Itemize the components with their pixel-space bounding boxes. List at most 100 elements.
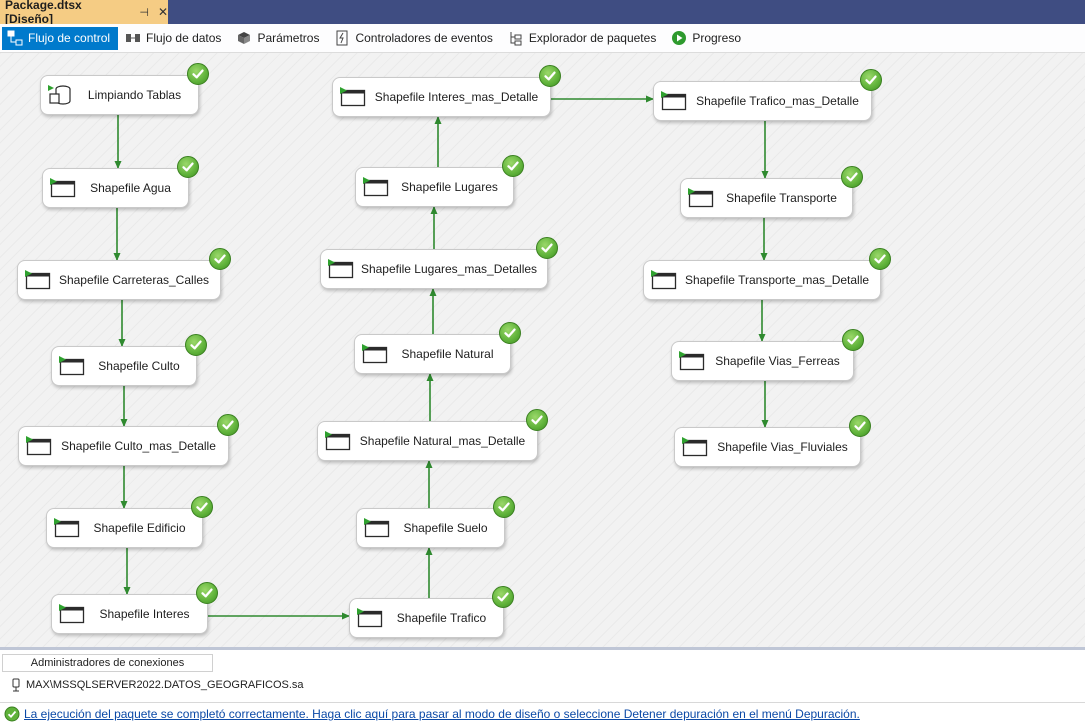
tab-label: Flujo de control — [28, 31, 111, 45]
task-lugares[interactable]: Shapefile Lugares — [355, 167, 514, 207]
control-flow-icon — [7, 30, 23, 46]
sql-task-icon — [48, 85, 74, 105]
tab-progress[interactable]: Progreso — [666, 27, 749, 50]
success-check-icon — [209, 248, 231, 270]
task-trafico[interactable]: Shapefile Trafico — [349, 598, 504, 638]
success-check-icon — [177, 156, 199, 178]
success-check-icon — [539, 65, 561, 87]
success-check-icon — [842, 329, 864, 351]
task-natural[interactable]: Shapefile Natural — [354, 334, 511, 374]
task-culto-det[interactable]: Shapefile Culto_mas_Detalle — [18, 426, 229, 466]
task-suelo[interactable]: Shapefile Suelo — [356, 508, 505, 548]
shapefile-task-icon — [340, 87, 366, 107]
info-check-icon — [4, 706, 20, 722]
task-label: Shapefile Transporte_mas_Detalle — [684, 273, 870, 287]
tab-event-handlers[interactable]: Controladores de eventos — [329, 27, 500, 50]
shapefile-task-icon — [325, 431, 351, 451]
task-vias-fluviales[interactable]: Shapefile Vias_Fluviales — [674, 427, 861, 467]
task-label: Shapefile Natural — [401, 347, 494, 361]
success-check-icon — [493, 496, 515, 518]
success-check-icon — [502, 155, 524, 177]
task-interes[interactable]: Shapefile Interes — [51, 594, 208, 634]
shapefile-task-icon — [26, 436, 52, 456]
task-edificio[interactable]: Shapefile Edificio — [46, 508, 203, 548]
tab-label: Flujo de datos — [146, 31, 222, 45]
tab-label: Progreso — [692, 31, 742, 45]
shapefile-task-icon — [363, 177, 389, 197]
task-label: Shapefile Carreteras_Calles — [58, 273, 210, 287]
task-culto[interactable]: Shapefile Culto — [51, 346, 197, 386]
data-flow-icon — [125, 30, 141, 46]
progress-icon — [671, 30, 687, 46]
tab-package-explorer[interactable]: Explorador de paquetes — [503, 27, 664, 50]
shapefile-task-icon — [59, 356, 85, 376]
shapefile-task-icon — [59, 604, 85, 624]
close-icon[interactable]: ✕ — [158, 5, 168, 19]
shapefile-task-icon — [54, 518, 80, 538]
document-tab-strip: Package.dtsx [Diseño] ⊣ ✕ — [0, 0, 1085, 26]
task-limpiando[interactable]: Limpiando Tablas — [40, 75, 199, 115]
success-check-icon — [185, 334, 207, 356]
tab-data-flow[interactable]: Flujo de datos — [120, 27, 229, 50]
tab-label: Controladores de eventos — [355, 31, 493, 45]
shapefile-task-icon — [682, 437, 708, 457]
task-label: Shapefile Agua — [90, 181, 171, 195]
control-flow-canvas[interactable]: Limpiando Tablas Shapefile Agua Shapefile … — [0, 53, 1085, 647]
document-tab-title: Package.dtsx [Diseño] — [5, 0, 82, 26]
task-natural-det[interactable]: Shapefile Natural_mas_Detalle — [317, 421, 538, 461]
success-check-icon — [536, 237, 558, 259]
task-lugares-det[interactable]: Shapefile Lugares_mas_Detalles — [320, 249, 548, 289]
event-handlers-icon — [334, 30, 350, 46]
task-transporte-det[interactable]: Shapefile Transporte_mas_Detalle — [643, 260, 881, 300]
designer-toolbar: Flujo de control Flujo de datos Parámetr… — [0, 24, 1085, 53]
tab-label: Explorador de paquetes — [528, 31, 657, 45]
pin-icon[interactable]: ⊣ — [139, 6, 149, 19]
success-check-icon — [217, 414, 239, 436]
task-label: Shapefile Lugares — [401, 180, 498, 194]
success-check-icon — [492, 586, 514, 608]
task-interes-det[interactable]: Shapefile Interes_mas_Detalle — [332, 77, 551, 117]
connection-managers-header: Administradores de conexiones — [2, 654, 213, 672]
task-label: Shapefile Culto_mas_Detalle — [61, 439, 216, 453]
success-check-icon — [191, 496, 213, 518]
shapefile-task-icon — [357, 608, 383, 628]
status-message-link[interactable]: La ejecución del paquete se completó cor… — [24, 707, 860, 721]
task-agua[interactable]: Shapefile Agua — [42, 168, 189, 208]
task-label: Shapefile Trafico — [396, 611, 487, 625]
task-label: Shapefile Vias_Ferreas — [715, 354, 840, 368]
task-label: Limpiando Tablas — [87, 88, 182, 102]
shapefile-task-icon — [364, 518, 390, 538]
task-vias-ferreas[interactable]: Shapefile Vias_Ferreas — [671, 341, 854, 381]
task-label: Shapefile Interes_mas_Detalle — [374, 90, 539, 104]
success-check-icon — [841, 166, 863, 188]
task-transporte[interactable]: Shapefile Transporte — [680, 178, 853, 218]
package-explorer-icon — [508, 30, 524, 46]
shapefile-task-icon — [50, 178, 76, 198]
shapefile-task-icon — [328, 259, 354, 279]
parameters-icon — [236, 30, 252, 46]
task-label: Shapefile Culto — [98, 359, 180, 373]
shapefile-task-icon — [688, 188, 714, 208]
success-check-icon — [196, 582, 218, 604]
tab-control-flow[interactable]: Flujo de control — [2, 26, 119, 50]
task-label: Shapefile Natural_mas_Detalle — [359, 434, 526, 448]
shapefile-task-icon — [362, 344, 388, 364]
document-tab[interactable]: Package.dtsx [Diseño] ⊣ ✕ — [0, 0, 168, 26]
success-check-icon — [526, 409, 548, 431]
success-check-icon — [499, 322, 521, 344]
tab-parameters[interactable]: Parámetros — [231, 27, 327, 50]
connection-managers-pane: Administradores de conexiones MAX\MSSQLS… — [0, 650, 1085, 703]
task-trafico-det[interactable]: Shapefile Trafico_mas_Detalle — [653, 81, 872, 121]
success-check-icon — [187, 63, 209, 85]
task-label: Shapefile Trafico_mas_Detalle — [696, 94, 859, 108]
task-label: Shapefile Edificio — [93, 521, 186, 535]
connection-manager-item[interactable]: MAX\MSSQLSERVER2022.DATOS_GEOGRAFICOS.sa — [10, 677, 304, 693]
task-label: Shapefile Interes — [99, 607, 190, 621]
success-check-icon — [869, 248, 891, 270]
task-carreteras[interactable]: Shapefile Carreteras_Calles — [17, 260, 221, 300]
shapefile-task-icon — [651, 270, 677, 290]
shapefile-task-icon — [661, 91, 687, 111]
db-connection-icon — [10, 678, 22, 692]
shapefile-task-icon — [679, 351, 705, 371]
connection-manager-label: MAX\MSSQLSERVER2022.DATOS_GEOGRAFICOS.sa — [26, 679, 304, 691]
